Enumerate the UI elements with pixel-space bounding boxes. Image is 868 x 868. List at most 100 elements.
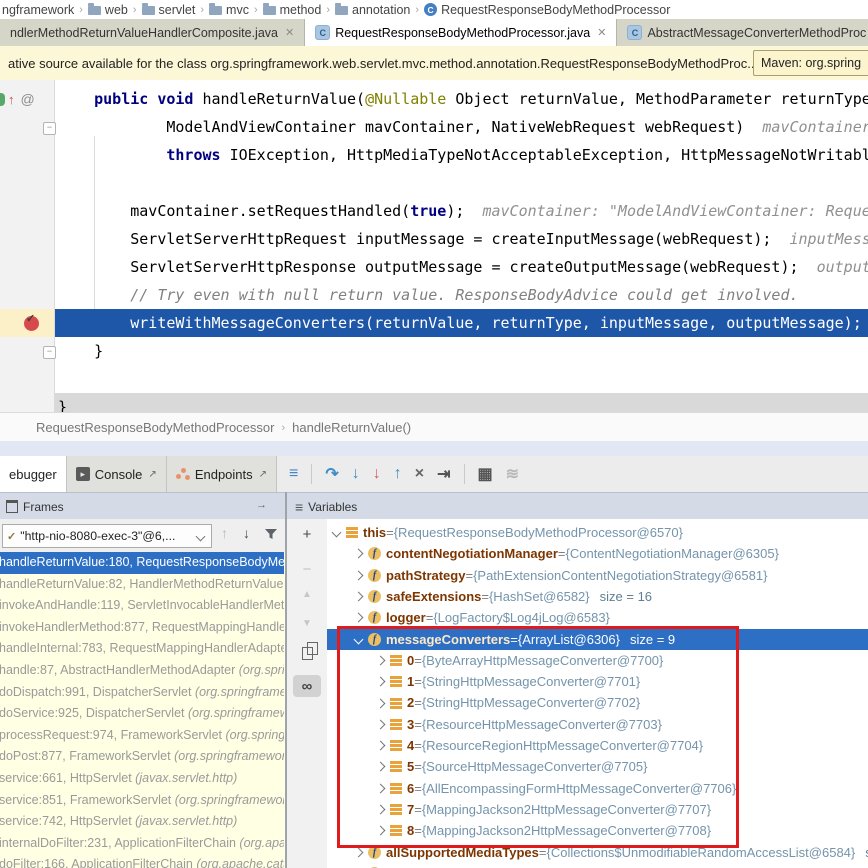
tab-RequestResponseBodyMethodProcessor.java[interactable]: CRequestResponseBodyMethodProcessor.java… (305, 19, 617, 46)
debug-tab-Endpoints[interactable]: Endpoints↗ (167, 456, 277, 492)
code-line[interactable]: } (55, 337, 868, 365)
breadcrumb-item-RequestResponseBodyMethodProcessor[interactable]: CRequestResponseBodyMethodProcessor (422, 3, 672, 17)
chevron-right-icon[interactable] (376, 805, 386, 815)
tab-AbstractMessageConverterMethodProc[interactable]: CAbstractMessageConverterMethodProc (617, 19, 868, 46)
code-line[interactable]: ServletServerHttpResponse outputMessage … (55, 253, 868, 281)
breadcrumb-item-web[interactable]: web (86, 3, 130, 17)
variable-row-6[interactable]: 6 = {AllEncompassingFormHttpMessageConve… (327, 778, 868, 799)
open-in-new-icon[interactable]: → (256, 499, 267, 511)
chevron-right-icon[interactable] (354, 570, 364, 580)
thread-selector[interactable]: ✓ "http-nio-8080-exec-3"@6,... (2, 524, 212, 548)
stack-frame-row[interactable]: doService:925, DispatcherServlet (org.sp… (0, 703, 284, 725)
stack-frame-row[interactable]: doFilter:166, ApplicationFilterChain (or… (0, 854, 284, 868)
add-watch-icon[interactable]: + (287, 526, 327, 543)
variable-row-4[interactable]: 4 = {ResourceRegionHttpMessageConverter@… (327, 735, 868, 756)
chevron-right-icon[interactable] (376, 741, 386, 751)
code-line[interactable]: throws IOException, HttpMediaTypeNotAcce… (55, 141, 868, 169)
copy-icon[interactable] (287, 647, 327, 660)
stack-frame-row[interactable]: internalDoFilter:231, ApplicationFilterC… (0, 833, 284, 855)
code-line[interactable]: } (55, 393, 868, 412)
chevron-right-icon[interactable] (354, 613, 364, 623)
remove-watch-icon[interactable]: − (287, 561, 327, 578)
code-line[interactable]: ModelAndViewContainer mavContainer, Nati… (55, 113, 868, 141)
variable-row-pathStrategy[interactable]: fpathStrategy = {PathExtensionContentNeg… (327, 565, 868, 586)
chevron-down-icon[interactable] (332, 528, 342, 538)
move-down-icon[interactable]: ▼ (287, 618, 327, 629)
variable-row-1[interactable]: 1 = {StringHttpMessageConverter@7701} (327, 671, 868, 692)
chevron-right-icon[interactable] (376, 655, 386, 665)
variable-row-allSupportedMediaTypes[interactable]: fallSupportedMediaTypes = {Collections$U… (327, 842, 868, 863)
variable-row-5[interactable]: 5 = {SourceHttpMessageConverter@7705} (327, 756, 868, 777)
move-up-icon[interactable]: ▲ (287, 589, 327, 600)
variable-row-messageConverters[interactable]: fmessageConverters = {ArrayList@6306}siz… (327, 629, 868, 650)
debug-tab-ebugger[interactable]: ebugger (0, 456, 67, 492)
breadcrumb-method[interactable]: handleReturnValue() (292, 420, 411, 435)
chevron-right-icon[interactable] (376, 762, 386, 772)
frames-list[interactable]: handleReturnValue:180, RequestResponseBo… (0, 552, 285, 868)
prev-frame-icon[interactable]: ↑ (221, 525, 228, 541)
maven-source-button[interactable]: Maven: org.spring (753, 50, 868, 76)
trace-streams-icon[interactable]: ≋ (506, 464, 519, 484)
breadcrumb-item-method[interactable]: method (261, 3, 324, 17)
stack-frame-row[interactable]: processRequest:974, FrameworkServlet (or… (0, 725, 284, 747)
breakpoint-row[interactable] (0, 309, 54, 337)
code-line[interactable]: // Try even with null return value. Resp… (55, 281, 868, 309)
breakpoint-icon[interactable] (24, 316, 39, 331)
stack-frame-row[interactable]: doPost:877, FrameworkServlet (org.spring… (0, 746, 284, 768)
chevron-right-icon[interactable] (354, 592, 364, 602)
code-line[interactable] (55, 169, 868, 197)
layout-settings-icon[interactable]: ≡ (289, 465, 298, 483)
close-icon[interactable]: ✕ (597, 26, 606, 39)
close-icon[interactable]: ✕ (285, 26, 294, 39)
chevron-right-icon[interactable] (376, 783, 386, 793)
filter-icon[interactable] (264, 527, 278, 544)
chevron-right-icon[interactable] (376, 698, 386, 708)
stack-frame-row[interactable]: handleReturnValue:82, HandlerMethodRetur… (0, 574, 284, 596)
step-out-icon[interactable]: ↑ (394, 465, 402, 483)
variable-row-this[interactable]: this = {RequestResponseBodyMethodProcess… (327, 522, 868, 543)
code-line[interactable]: mavContainer.setRequestHandled(true); ma… (55, 197, 868, 225)
chevron-right-icon[interactable] (376, 719, 386, 729)
code-line[interactable] (55, 365, 868, 393)
variable-row-logger[interactable]: flogger = {LogFactory$Log4jLog@6583} (327, 607, 868, 628)
view-as-table-icon[interactable]: ▦ (478, 464, 493, 484)
variable-row-3[interactable]: 3 = {ResourceHttpMessageConverter@7703} (327, 714, 868, 735)
breadcrumb-item-mvc[interactable]: mvc (207, 3, 251, 17)
variable-row-0[interactable]: 0 = {ByteArrayHttpMessageConverter@7700} (327, 650, 868, 671)
breadcrumb-item-ngframework[interactable]: ngframework (0, 3, 76, 17)
stack-frame-row[interactable]: service:742, HttpServlet (javax.servlet.… (0, 811, 284, 833)
chevron-right-icon[interactable] (354, 847, 364, 857)
chevron-right-icon[interactable] (376, 677, 386, 687)
stack-frame-row[interactable]: service:661, HttpServlet (javax.servlet.… (0, 768, 284, 790)
drop-frame-icon[interactable]: × (415, 465, 424, 483)
run-to-cursor-icon[interactable]: ⇥ (437, 464, 450, 484)
step-into-icon[interactable]: ↓ (352, 465, 360, 483)
stack-frame-row[interactable]: handle:87, AbstractHandlerMethodAdapter … (0, 660, 284, 682)
variable-row-8[interactable]: 8 = {MappingJackson2HttpMessageConverter… (327, 820, 868, 841)
breadcrumb-item-servlet[interactable]: servlet (140, 3, 198, 17)
variable-row-safeExtensions[interactable]: fsafeExtensions = {HashSet@6582}size = 1… (327, 586, 868, 607)
variable-row-advice[interactable]: fadvice = {RequestResponseBodyAdviceChai… (327, 863, 868, 868)
chevron-down-icon[interactable] (354, 634, 364, 644)
override-marker[interactable]: ↑@ (0, 85, 54, 113)
breadcrumb-item-annotation[interactable]: annotation (333, 3, 412, 17)
variable-row-7[interactable]: 7 = {MappingJackson2HttpMessageConverter… (327, 799, 868, 820)
tab-ndlerMethodReturnValueHandlerComposite.java[interactable]: ndlerMethodReturnValueHandlerComposite.j… (0, 19, 305, 46)
stack-frame-row[interactable]: handleReturnValue:180, RequestResponseBo… (0, 552, 284, 574)
chevron-right-icon[interactable] (354, 549, 364, 559)
code-line[interactable]: public void handleReturnValue(@Nullable … (55, 85, 868, 113)
debug-tab-Console[interactable]: ▸Console↗ (67, 456, 167, 492)
variables-tree[interactable]: this = {RequestResponseBodyMethodProcess… (327, 519, 868, 868)
variable-row-contentNegotiationManager[interactable]: fcontentNegotiationManager = {ContentNeg… (327, 543, 868, 564)
editor-code-area[interactable]: @Override public void handleReturnValue(… (55, 80, 868, 412)
stack-frame-row[interactable]: service:851, FrameworkServlet (org.sprin… (0, 790, 284, 812)
stack-frame-row[interactable]: invokeHandlerMethod:877, RequestMappingH… (0, 617, 284, 639)
next-frame-icon[interactable]: ↓ (243, 525, 250, 541)
code-line[interactable]: ServletServerHttpRequest inputMessage = … (55, 225, 868, 253)
show-watches-icon[interactable]: ∞ (293, 675, 321, 697)
breadcrumb-class[interactable]: RequestResponseBodyMethodProcessor (36, 420, 274, 435)
variable-row-2[interactable]: 2 = {StringHttpMessageConverter@7702} (327, 692, 868, 713)
step-over-icon[interactable]: ↷ (325, 464, 338, 484)
editor-gutter[interactable]: ↑@−− (0, 80, 55, 412)
stack-frame-row[interactable]: handleInternal:783, RequestMappingHandle… (0, 638, 284, 660)
